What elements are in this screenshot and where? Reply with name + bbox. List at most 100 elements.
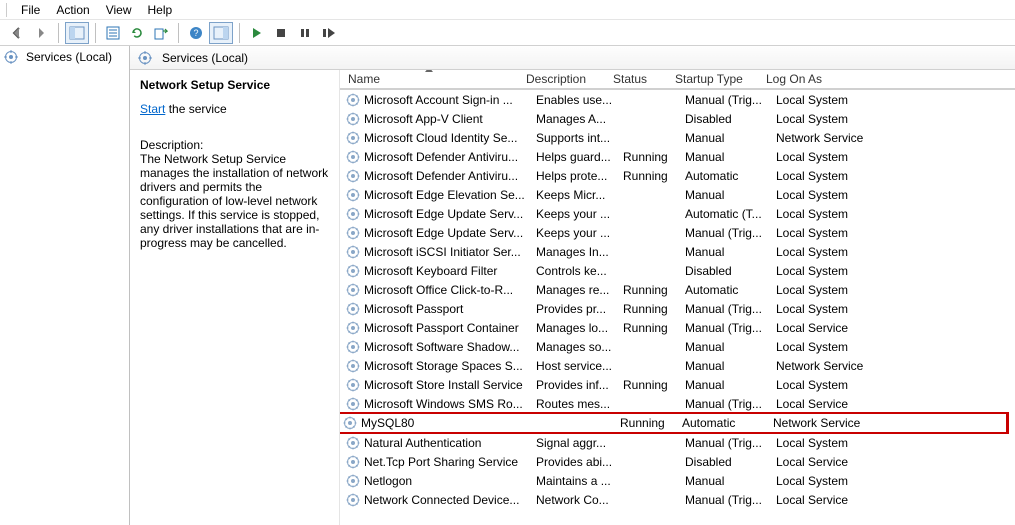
cell-name: Microsoft Passport Container (364, 321, 536, 335)
cell-desc: Keeps Micr... (536, 188, 623, 202)
cell-desc: Enables use... (536, 93, 623, 107)
cell-desc: Keeps your ... (536, 207, 623, 221)
cell-logon: Local System (776, 226, 906, 240)
cell-startup: Manual (685, 474, 776, 488)
refresh-button[interactable] (126, 22, 148, 44)
col-name[interactable]: Name (340, 70, 518, 88)
table-row[interactable]: Microsoft Storage Spaces S...Host servic… (340, 356, 1015, 375)
table-row[interactable]: Microsoft PassportProvides pr...RunningM… (340, 299, 1015, 318)
cell-startup: Manual (685, 359, 776, 373)
cell-name: Microsoft App-V Client (364, 112, 536, 126)
table-row[interactable]: Microsoft Store Install ServiceProvides … (340, 375, 1015, 394)
cell-logon: Local System (776, 169, 906, 183)
table-row[interactable]: Microsoft Edge Update Serv...Keeps your … (340, 204, 1015, 223)
table-row[interactable]: Microsoft Windows SMS Ro...Routes mes...… (340, 394, 1015, 413)
cell-startup: Manual (Trig... (685, 397, 776, 411)
table-row[interactable]: Microsoft Cloud Identity Se...Supports i… (340, 128, 1015, 147)
cell-name: Microsoft Store Install Service (364, 378, 536, 392)
services-icon (4, 50, 18, 64)
col-status[interactable]: Status (605, 70, 667, 88)
gear-icon (346, 436, 360, 450)
menu-file[interactable]: File (13, 1, 48, 19)
gear-icon (346, 112, 360, 126)
cell-name: Microsoft Keyboard Filter (364, 264, 536, 278)
cell-logon: Local System (776, 283, 906, 297)
cell-logon: Local System (776, 474, 906, 488)
cell-startup: Manual (Trig... (685, 321, 776, 335)
table-row[interactable]: Microsoft Defender Antiviru...Helps prot… (340, 166, 1015, 185)
table-row[interactable]: MySQL80RunningAutomaticNetwork Service (340, 412, 1009, 434)
show-hide-tree-button[interactable] (65, 22, 89, 44)
show-hide-action-pane-button[interactable] (209, 22, 233, 44)
menu-action[interactable]: Action (48, 1, 97, 19)
table-row[interactable]: NetlogonMaintains a ...ManualLocal Syste… (340, 471, 1015, 490)
cell-startup: Disabled (685, 455, 776, 469)
cell-logon: Local System (776, 245, 906, 259)
menu-help[interactable]: Help (140, 1, 181, 19)
back-button[interactable] (6, 22, 28, 44)
table-row[interactable]: Network Connected Device...Network Co...… (340, 490, 1015, 509)
cell-desc: Controls ke... (536, 264, 623, 278)
cell-status: Running (623, 169, 685, 183)
cell-startup: Manual (685, 378, 776, 392)
cell-startup: Manual (685, 245, 776, 259)
gear-icon (346, 321, 360, 335)
cell-startup: Manual (Trig... (685, 302, 776, 316)
cell-name: Microsoft Edge Update Serv... (364, 226, 536, 240)
help-button[interactable]: ? (185, 22, 207, 44)
gear-icon (346, 283, 360, 297)
cell-logon: Local Service (776, 397, 906, 411)
content-pane: Services (Local) Network Setup Service S… (130, 46, 1015, 525)
gear-icon (346, 93, 360, 107)
nav-tree-root-label: Services (Local) (26, 50, 112, 64)
description-label: Description: (140, 138, 329, 152)
cell-name: Microsoft Edge Elevation Se... (364, 188, 536, 202)
table-row[interactable]: Microsoft Account Sign-in ...Enables use… (340, 90, 1015, 109)
col-description[interactable]: Description (518, 70, 605, 88)
col-startup[interactable]: Startup Type (667, 70, 758, 88)
cell-logon: Local System (776, 340, 906, 354)
cell-logon: Local System (776, 378, 906, 392)
start-link[interactable]: Start (140, 102, 165, 116)
restart-service-button[interactable] (318, 22, 340, 44)
cell-name: Microsoft Storage Spaces S... (364, 359, 536, 373)
cell-status: Running (623, 302, 685, 316)
gear-icon (346, 302, 360, 316)
table-row[interactable]: Microsoft Defender Antiviru...Helps guar… (340, 147, 1015, 166)
nav-tree-root[interactable]: Services (Local) (0, 48, 129, 66)
table-row[interactable]: Net.Tcp Port Sharing ServiceProvides abi… (340, 452, 1015, 471)
gear-icon (346, 169, 360, 183)
content-header-label: Services (Local) (162, 51, 248, 65)
cell-startup: Manual (Trig... (685, 493, 776, 507)
cell-name: Microsoft Cloud Identity Se... (364, 131, 536, 145)
svg-text:?: ? (193, 28, 198, 38)
table-row[interactable]: Microsoft iSCSI Initiator Ser...Manages … (340, 242, 1015, 261)
gear-icon (343, 416, 357, 430)
table-row[interactable]: Microsoft Passport ContainerManages lo..… (340, 318, 1015, 337)
export-button[interactable] (150, 22, 172, 44)
forward-button[interactable] (30, 22, 52, 44)
table-row[interactable]: Microsoft Office Click-to-R...Manages re… (340, 280, 1015, 299)
properties-button[interactable] (102, 22, 124, 44)
col-logon[interactable]: Log On As (758, 70, 888, 88)
cell-desc: Network Co... (536, 493, 623, 507)
start-service-button[interactable] (246, 22, 268, 44)
menu-view[interactable]: View (98, 1, 140, 19)
cell-logon: Local System (776, 436, 906, 450)
table-row[interactable]: Microsoft Software Shadow...Manages so..… (340, 337, 1015, 356)
cell-status: Running (623, 321, 685, 335)
stop-service-button[interactable] (270, 22, 292, 44)
cell-name: Microsoft Passport (364, 302, 536, 316)
cell-name: MySQL80 (361, 416, 533, 430)
pause-service-button[interactable] (294, 22, 316, 44)
list-header: Name Description Status Startup Type Log… (340, 70, 1015, 90)
services-list[interactable]: Name Description Status Startup Type Log… (340, 70, 1015, 525)
cell-desc: Provides pr... (536, 302, 623, 316)
table-row[interactable]: Microsoft Keyboard FilterControls ke...D… (340, 261, 1015, 280)
table-row[interactable]: Microsoft Edge Update Serv...Keeps your … (340, 223, 1015, 242)
cell-startup: Automatic (T... (685, 207, 776, 221)
cell-name: Netlogon (364, 474, 536, 488)
table-row[interactable]: Natural AuthenticationSignal aggr...Manu… (340, 433, 1015, 452)
table-row[interactable]: Microsoft Edge Elevation Se...Keeps Micr… (340, 185, 1015, 204)
table-row[interactable]: Microsoft App-V ClientManages A...Disabl… (340, 109, 1015, 128)
